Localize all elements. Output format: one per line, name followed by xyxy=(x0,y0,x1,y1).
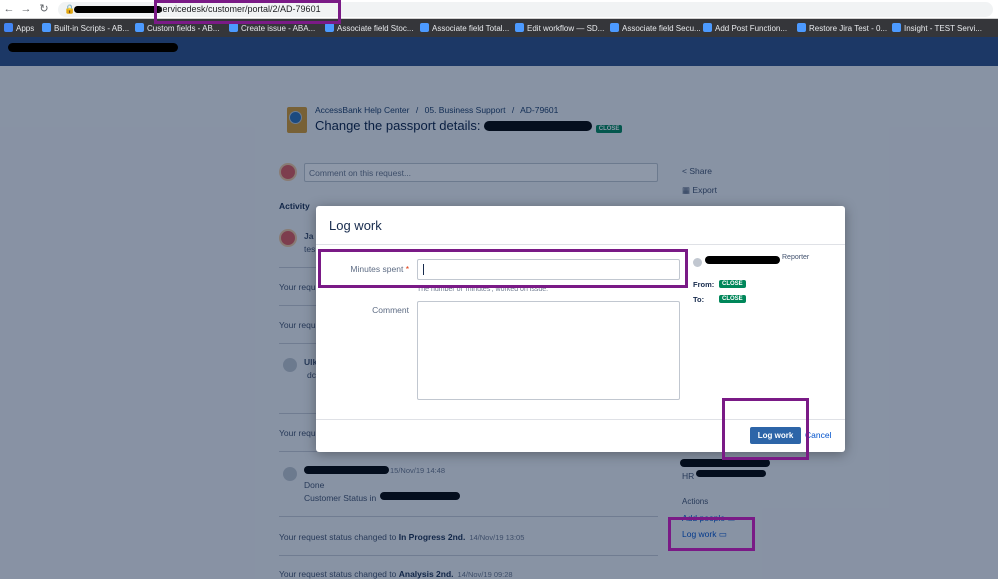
bookmark-icon xyxy=(515,23,524,32)
bookmark-icon xyxy=(135,23,144,32)
bookmark-item[interactable]: Create issue - ABA... xyxy=(229,23,315,33)
from-status-badge: CLOSE xyxy=(719,280,746,288)
bookmark-item[interactable]: Apps xyxy=(4,23,34,33)
bookmark-icon xyxy=(797,23,806,32)
submit-highlight-box xyxy=(722,398,809,460)
dialog-title: Log work xyxy=(329,218,382,233)
bookmark-item[interactable]: Associate field Stoc... xyxy=(325,23,413,33)
bookmark-icon xyxy=(892,23,901,32)
bookmark-item[interactable]: Associate field Total... xyxy=(420,23,509,33)
bookmark-item[interactable]: Restore Jira Test - 0... xyxy=(797,23,887,33)
forward-arrow-icon[interactable]: → xyxy=(20,3,32,15)
comment-label: Comment xyxy=(372,305,409,315)
redaction-mark xyxy=(705,256,780,264)
bookmark-item[interactable]: Associate field Secu... xyxy=(610,23,701,33)
to-label: To: xyxy=(693,295,705,304)
portal-header xyxy=(0,37,998,66)
back-arrow-icon[interactable]: ← xyxy=(3,3,15,15)
apps-grid-icon xyxy=(4,23,13,32)
minutes-field-highlight-box xyxy=(318,249,688,288)
bookmark-item[interactable]: Custom fields - AB... xyxy=(135,23,219,33)
bookmark-icon xyxy=(610,23,619,32)
bookmark-icon xyxy=(229,23,238,32)
bookmarks-bar: Apps Built-in Scripts - AB... Custom fie… xyxy=(0,19,998,37)
url-highlight-box xyxy=(154,0,341,24)
bookmark-icon xyxy=(703,23,712,32)
bookmark-icon xyxy=(42,23,51,32)
bookmark-item[interactable]: Add Post Function... xyxy=(703,23,787,33)
bookmark-item[interactable]: Edit workflow — SD... xyxy=(515,23,604,33)
reporter-label: Reporter xyxy=(782,254,810,261)
browser-address-bar: ← → ↻ 🔒 servicedesk/customer/portal/2/AD… xyxy=(0,0,998,19)
comment-textarea[interactable] xyxy=(417,301,680,400)
redaction-mark xyxy=(8,43,178,52)
bookmark-icon xyxy=(325,23,334,32)
dialog-header: Log work xyxy=(316,206,845,245)
reload-icon[interactable]: ↻ xyxy=(38,3,50,15)
bookmark-item[interactable]: Built-in Scripts - AB... xyxy=(42,23,129,33)
bookmark-item[interactable]: Insight - TEST Servi... xyxy=(892,23,982,33)
to-status-badge: CLOSE xyxy=(719,295,746,303)
log-work-link-highlight-box xyxy=(668,517,755,551)
redaction-mark xyxy=(74,6,162,13)
avatar xyxy=(693,258,702,267)
bookmark-icon xyxy=(420,23,429,32)
from-label: From: xyxy=(693,280,715,289)
